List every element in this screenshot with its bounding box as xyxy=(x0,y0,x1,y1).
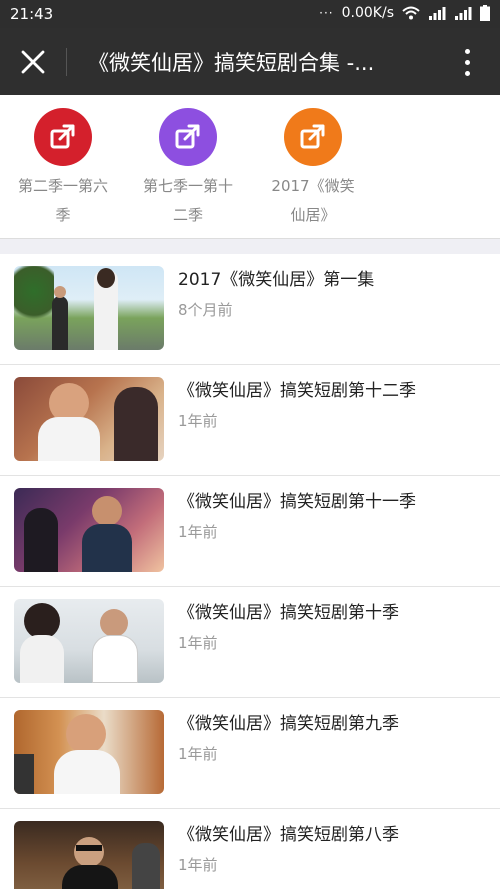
more-vertical-icon xyxy=(464,70,470,76)
status-time: 21:43 xyxy=(10,5,54,23)
section-divider xyxy=(0,238,500,254)
video-thumbnail xyxy=(14,821,164,889)
video-thumbnail xyxy=(14,488,164,572)
video-time: 1年前 xyxy=(178,412,218,430)
shortcut-season-2-6[interactable]: 第二季一第六季 xyxy=(8,108,118,230)
close-button[interactable] xyxy=(14,43,52,81)
status-bar: 21:43 ··· 0.00K/s xyxy=(0,0,500,28)
shortcut-label: 2017《微笑 仙居》 xyxy=(271,177,355,224)
list-item[interactable]: 《微笑仙居》搞笑短剧第十二季 1年前 xyxy=(0,365,500,476)
video-time: 8个月前 xyxy=(178,301,233,319)
list-item[interactable]: 《微笑仙居》搞笑短剧第十季 1年前 xyxy=(0,587,500,698)
signal-icon xyxy=(429,7,446,20)
signal-icon xyxy=(455,7,472,20)
share-icon xyxy=(159,108,217,166)
album-shortcuts: 第二季一第六季 第七季一第十 二季 2017《微笑 仙居》 xyxy=(0,95,500,238)
video-title: 《微笑仙居》搞笑短剧第十二季 xyxy=(178,381,416,401)
video-title: 《微笑仙居》搞笑短剧第九季 xyxy=(178,714,399,734)
video-thumbnail xyxy=(14,710,164,794)
video-thumbnail xyxy=(14,599,164,683)
video-time: 1年前 xyxy=(178,856,218,874)
title-bar: 《微笑仙居》搞笑短剧合集 -... xyxy=(0,28,500,95)
more-menu-button[interactable] xyxy=(456,42,478,82)
battery-icon xyxy=(480,5,490,21)
video-thumbnail xyxy=(14,266,164,350)
shortcut-2017[interactable]: 2017《微笑 仙居》 xyxy=(258,108,368,230)
wifi-icon xyxy=(402,6,420,20)
video-title: 《微笑仙居》搞笑短剧第十一季 xyxy=(178,492,416,512)
video-time: 1年前 xyxy=(178,523,218,541)
share-icon xyxy=(284,108,342,166)
video-time: 1年前 xyxy=(178,634,218,652)
list-item[interactable]: 《微笑仙居》搞笑短剧第十一季 1年前 xyxy=(0,476,500,587)
more-vertical-icon xyxy=(464,59,470,65)
video-title: 《微笑仙居》搞笑短剧第八季 xyxy=(178,825,399,845)
share-icon xyxy=(34,108,92,166)
video-time: 1年前 xyxy=(178,745,218,763)
title-divider xyxy=(66,48,67,76)
notification-dots: ··· xyxy=(319,6,334,20)
page-title: 《微笑仙居》搞笑短剧合集 -... xyxy=(88,51,375,75)
shortcut-season-7-12[interactable]: 第七季一第十 二季 xyxy=(133,108,243,230)
shortcut-label: 第七季一第十 二季 xyxy=(142,177,233,224)
video-thumbnail xyxy=(14,377,164,461)
video-title: 《微笑仙居》搞笑短剧第十季 xyxy=(178,603,399,623)
status-indicators: ··· 0.00K/s xyxy=(319,5,490,21)
list-item[interactable]: 2017《微笑仙居》第一集 8个月前 xyxy=(0,254,500,365)
net-speed: 0.00K/s xyxy=(341,5,394,21)
list-item[interactable]: 《微笑仙居》搞笑短剧第九季 1年前 xyxy=(0,698,500,809)
close-icon xyxy=(21,50,45,74)
more-vertical-icon xyxy=(464,48,470,54)
video-title: 2017《微笑仙居》第一集 xyxy=(178,270,375,290)
shortcut-label: 第二季一第六季 xyxy=(17,177,108,224)
list-item[interactable]: 《微笑仙居》搞笑短剧第八季 1年前 xyxy=(0,809,500,889)
video-list: 2017《微笑仙居》第一集 8个月前 《微笑仙居》搞笑短剧第十二季 1年前 《微… xyxy=(0,254,500,889)
